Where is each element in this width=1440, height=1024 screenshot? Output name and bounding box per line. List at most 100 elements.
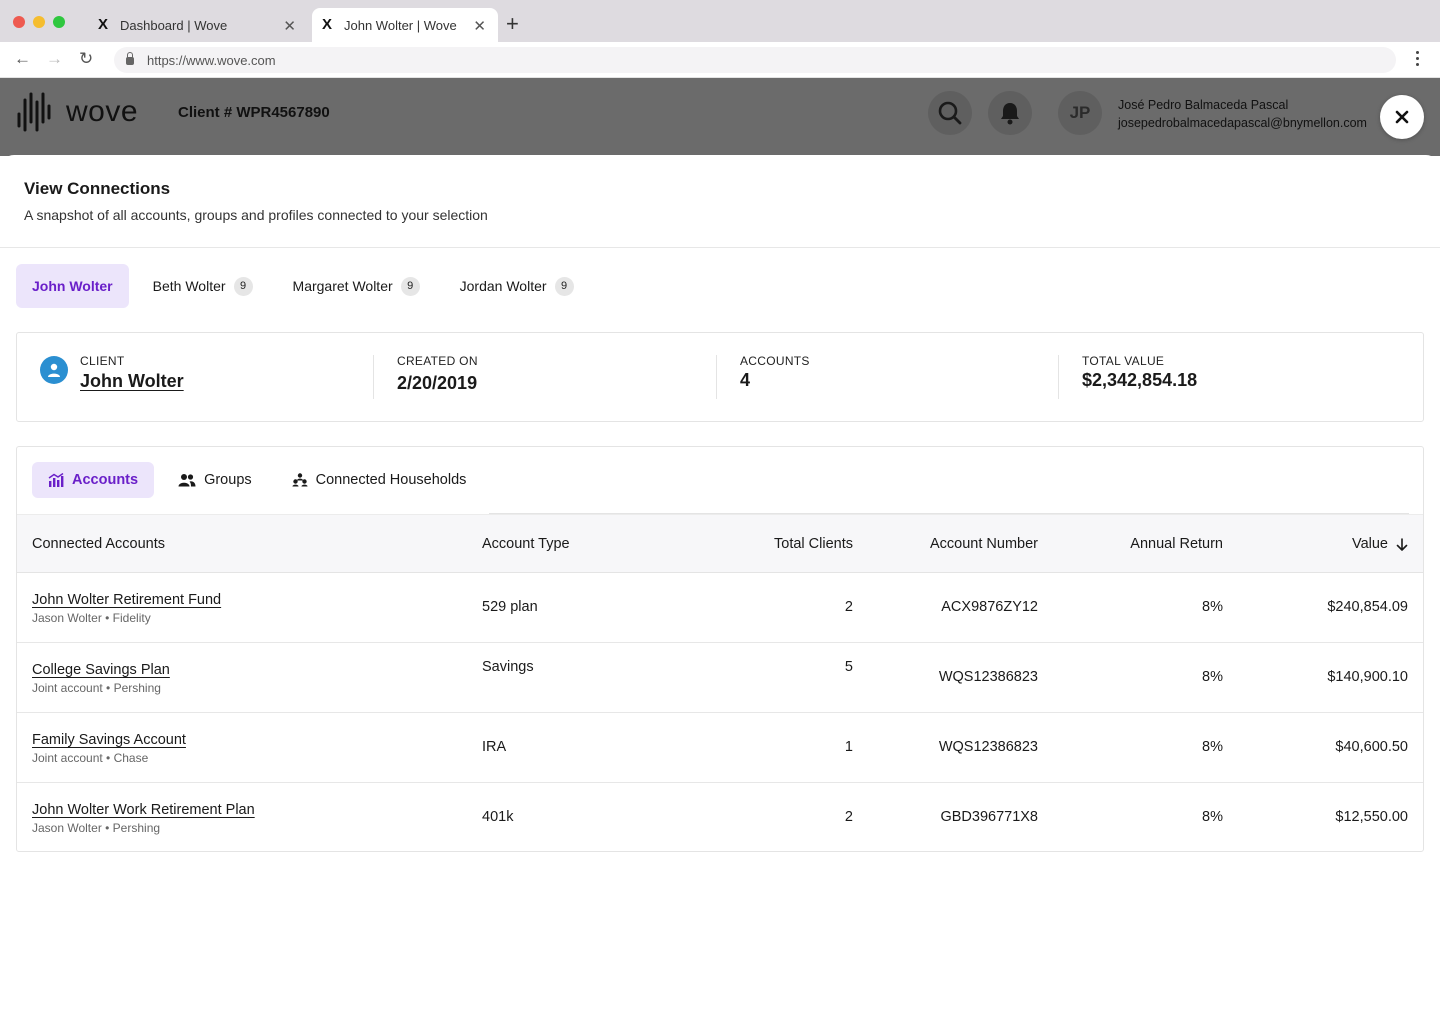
person-tabs: John Wolter Beth Wolter 9 Margaret Wolte… xyxy=(16,264,598,308)
households-icon xyxy=(292,473,308,487)
summary-value: $2,342,854.18 xyxy=(1082,370,1198,390)
view-connections-panel: View Connections A snapshot of all accou… xyxy=(0,155,1440,1024)
account-number: ACX9876ZY12 xyxy=(941,599,1038,615)
window-minimize-button[interactable] xyxy=(33,16,45,28)
account-value: $240,854.09 xyxy=(1327,599,1408,615)
account-meta: Jason Wolter • Pershing xyxy=(32,821,161,835)
user-name: José Pedro Balmaceda Pascal xyxy=(1118,98,1289,112)
summary-label: CREATED ON xyxy=(397,354,478,368)
browser-menu-icon[interactable] xyxy=(1416,51,1420,69)
window-close-button[interactable] xyxy=(13,16,25,28)
column-header-value[interactable]: Value xyxy=(1352,536,1388,552)
divider xyxy=(716,355,717,399)
back-arrow-icon[interactable]: ← xyxy=(14,49,31,69)
tab-label: Groups xyxy=(204,472,252,488)
total-clients: 1 xyxy=(844,739,853,755)
column-header-account-number[interactable]: Account Number xyxy=(930,536,1038,552)
person-tab-label: Margaret Wolter xyxy=(292,278,393,294)
account-name-link[interactable]: College Savings Plan xyxy=(32,662,170,678)
account-meta: Joint account • Pershing xyxy=(32,681,161,695)
browser-tab-bar: X Dashboard | Wove ✕ X John Wolter | Wov… xyxy=(0,0,1440,42)
account-type: IRA xyxy=(482,739,507,755)
wove-favicon-icon: X xyxy=(322,16,333,33)
account-value: $12,550.00 xyxy=(1335,809,1408,825)
account-meta: Joint account • Chase xyxy=(32,751,149,765)
column-header-annual-return[interactable]: Annual Return xyxy=(1130,536,1223,552)
sort-down-arrow-icon[interactable] xyxy=(1395,538,1409,552)
count-badge: 9 xyxy=(400,276,420,296)
browser-address-bar: ← → ↻ https://www.wove.com xyxy=(0,42,1440,78)
account-number: GBD396771X8 xyxy=(940,809,1038,825)
bell-icon xyxy=(1001,103,1019,125)
tab-label: Connected Households xyxy=(315,472,467,488)
table-header: Connected Accounts Account Type Total Cl… xyxy=(17,514,1423,573)
summary-total-value: TOTAL VALUE $2,342,854.18 xyxy=(1082,354,1197,391)
chart-icon xyxy=(48,473,64,487)
person-tab-margaret-wolter[interactable]: Margaret Wolter 9 xyxy=(277,264,436,308)
person-tab-label: Beth Wolter xyxy=(152,278,226,294)
wove-logo-mark-icon xyxy=(17,92,51,132)
url-field[interactable]: https://www.wove.com xyxy=(114,47,1396,73)
browser-tab-title: John Wolter | Wove xyxy=(344,17,457,33)
app-header: wove Client # WPR4567890 JP José Pedro B… xyxy=(0,78,1440,233)
tab-accounts[interactable]: Accounts xyxy=(32,462,155,498)
browser-tab-title: Dashboard | Wove xyxy=(120,17,228,33)
annual-return: 8% xyxy=(1202,599,1223,615)
summary-label: TOTAL VALUE xyxy=(1082,354,1165,368)
users-icon xyxy=(178,474,196,487)
account-name-link[interactable]: John Wolter Work Retirement Plan xyxy=(32,802,255,818)
total-clients: 2 xyxy=(844,599,853,615)
person-tab-jordan-wolter[interactable]: Jordan Wolter 9 xyxy=(444,264,590,308)
person-tab-john-wolter[interactable]: John Wolter xyxy=(16,264,129,308)
client-summary-card: CLIENT John Wolter CREATED ON 2/20/2019 … xyxy=(16,332,1424,422)
table-row: College Savings Plan Joint account • Per… xyxy=(17,643,1423,713)
total-clients: 2 xyxy=(844,809,853,825)
account-number: WQS12386823 xyxy=(938,669,1038,685)
client-number: Client # WPR4567890 xyxy=(178,104,330,121)
tab-connected-households[interactable]: Connected Households xyxy=(276,462,483,498)
summary-label: ACCOUNTS xyxy=(740,354,810,368)
wove-logo[interactable]: wove xyxy=(16,92,138,132)
tab-close-icon[interactable]: ✕ xyxy=(283,17,296,35)
total-clients: 5 xyxy=(844,659,853,675)
account-name-link[interactable]: John Wolter Retirement Fund xyxy=(32,592,221,608)
browser-tab-dashboard[interactable]: X Dashboard | Wove ✕ xyxy=(88,8,308,42)
annual-return: 8% xyxy=(1202,669,1223,685)
user-avatar[interactable]: JP xyxy=(1058,91,1102,135)
close-icon xyxy=(1395,110,1409,124)
tab-label: Accounts xyxy=(72,472,139,488)
panel-title: View Connections xyxy=(24,179,171,198)
panel-subtitle: A snapshot of all accounts, groups and p… xyxy=(24,207,488,223)
reload-icon[interactable]: ↻ xyxy=(79,49,93,69)
table-row: John Wolter Work Retirement Plan Jason W… xyxy=(17,783,1423,853)
tab-close-icon[interactable]: ✕ xyxy=(473,17,486,35)
column-header-connected-accounts[interactable]: Connected Accounts xyxy=(32,536,165,552)
client-name-link[interactable]: John Wolter xyxy=(80,371,184,392)
url-text: https://www.wove.com xyxy=(147,52,276,68)
search-button[interactable] xyxy=(928,91,972,135)
tab-groups[interactable]: Groups xyxy=(162,462,268,498)
account-type: 529 plan xyxy=(482,599,538,615)
summary-created: CREATED ON 2/20/2019 xyxy=(397,354,478,394)
divider xyxy=(0,247,1440,248)
browser-tab-john-wolter[interactable]: X John Wolter | Wove ✕ xyxy=(312,8,498,42)
user-circle-icon xyxy=(40,356,68,384)
summary-accounts: ACCOUNTS 4 xyxy=(740,354,810,391)
column-header-total-clients[interactable]: Total Clients xyxy=(774,536,853,552)
summary-value: 2/20/2019 xyxy=(397,373,478,393)
table-row: John Wolter Retirement Fund Jason Wolter… xyxy=(17,573,1423,643)
close-modal-button[interactable] xyxy=(1380,95,1424,139)
person-tab-label: John Wolter xyxy=(32,278,113,294)
user-email: josepedrobalmacedapascal@bnymellon.com xyxy=(1118,116,1367,130)
wove-favicon-icon: X xyxy=(98,16,109,33)
window-maximize-button[interactable] xyxy=(53,16,65,28)
divider xyxy=(1058,355,1059,399)
person-tab-beth-wolter[interactable]: Beth Wolter 9 xyxy=(137,264,269,308)
account-name-link[interactable]: Family Savings Account xyxy=(32,732,186,748)
table-row: Family Savings Account Joint account • C… xyxy=(17,713,1423,783)
column-header-account-type[interactable]: Account Type xyxy=(482,536,570,552)
new-tab-plus-icon[interactable]: + xyxy=(506,12,519,36)
summary-label: CLIENT xyxy=(80,354,125,368)
notifications-button[interactable] xyxy=(988,91,1032,135)
forward-arrow-icon[interactable]: → xyxy=(46,49,63,69)
